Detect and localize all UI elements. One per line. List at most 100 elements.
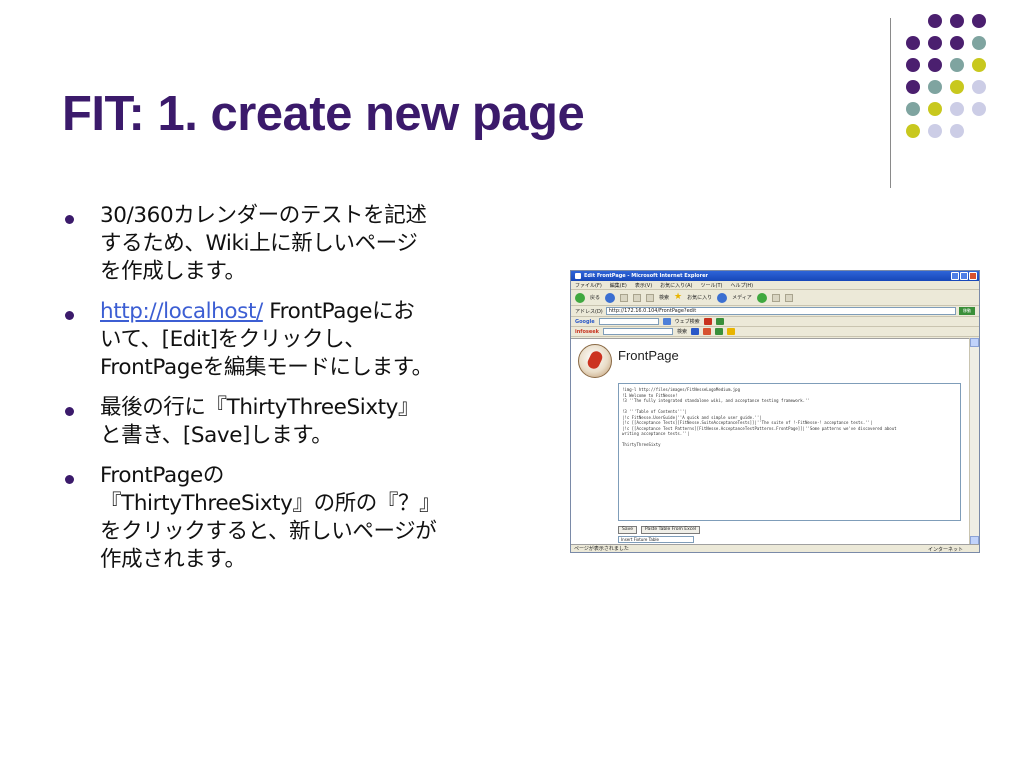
bullet-line-text: FrontPageにお <box>262 299 415 324</box>
go-button[interactable]: 移動 <box>959 307 975 315</box>
decorative-dot <box>972 14 986 28</box>
save-button[interactable]: Save <box>618 526 638 534</box>
history-icon[interactable] <box>756 292 767 303</box>
decorative-dot-grid <box>906 14 1006 174</box>
decorative-dot <box>972 58 986 72</box>
browser-menubar: ファイル(F) 編集(E) 表示(V) お気に入り(A) ツール(T) ヘルプ(… <box>571 281 979 290</box>
window-controls <box>951 272 977 280</box>
map-icon[interactable] <box>714 328 723 335</box>
print-icon[interactable] <box>784 293 793 302</box>
decorative-dot <box>928 80 942 94</box>
bullet-dot-icon <box>65 407 74 416</box>
bullet-line: FrontPageの <box>100 463 224 488</box>
bullet-line: http://localhost/ FrontPageにお <box>100 298 552 326</box>
bullet-line: するため、Wiki上に新しいページ <box>100 231 418 256</box>
menu-favorites[interactable]: お気に入り(A) <box>660 282 692 289</box>
menu-help[interactable]: ヘルプ(H) <box>730 282 753 289</box>
decorative-dot <box>950 124 964 138</box>
browser-window-title: Edit FrontPage - Microsoft Internet Expl… <box>584 273 708 279</box>
bullet-line: をクリックすると、新しいページが <box>100 519 437 544</box>
forward-icon[interactable] <box>605 292 616 303</box>
shopping-icon[interactable] <box>726 328 735 335</box>
decorative-dot <box>906 36 920 50</box>
decorative-dot <box>950 80 964 94</box>
bullet-line: 30/360カレンダーのテストを記述 <box>100 203 427 228</box>
decorative-dot <box>972 102 986 116</box>
decorative-dot <box>950 58 964 72</box>
decorative-dot <box>972 36 986 50</box>
bullet-line: 作成されます。 <box>100 547 246 572</box>
browser-screenshot: Edit FrontPage - Microsoft Internet Expl… <box>570 270 980 553</box>
infoseek-logo: infoseek <box>575 328 599 335</box>
vertical-scrollbar[interactable] <box>969 338 979 545</box>
news-icon[interactable] <box>702 328 711 335</box>
wiki-edit-textarea[interactable]: !img-l http://files/images/FitNesseLogoM… <box>618 383 961 521</box>
decorative-dot <box>906 124 920 138</box>
pagerank-icon <box>703 318 712 325</box>
browser-content: FrontPage !img-l http://files/images/Fit… <box>571 338 971 545</box>
back-icon[interactable] <box>575 292 585 303</box>
decorative-dot <box>928 58 942 72</box>
media-icon[interactable] <box>717 292 728 303</box>
menu-file[interactable]: ファイル(F) <box>575 282 602 289</box>
close-icon[interactable] <box>969 272 977 280</box>
bullet-dot-icon <box>65 215 74 224</box>
decorative-dot <box>950 14 964 28</box>
minimize-icon[interactable] <box>951 272 959 280</box>
status-text: ページが表示されました <box>574 546 629 552</box>
infoseek-search-input[interactable] <box>602 328 673 335</box>
bullet-line: 『ThirtyThreeSixty』の所の『？』 <box>100 491 441 516</box>
back-label[interactable]: 戻る <box>590 294 600 301</box>
status-zone: インターネット <box>927 547 963 553</box>
bullet-line: を作成します。 <box>100 259 246 284</box>
ie-icon <box>575 273 581 279</box>
decorative-dot <box>928 14 942 28</box>
google-search-button[interactable]: ウェブ検索 <box>675 318 700 325</box>
decorative-dot <box>906 80 920 94</box>
bullet-item: 30/360カレンダーのテストを記述 するため、Wiki上に新しいページ を作成… <box>62 202 552 286</box>
mail-icon[interactable] <box>771 293 780 302</box>
decorative-dot <box>928 102 942 116</box>
scroll-up-icon[interactable] <box>970 338 979 347</box>
google-search-input[interactable] <box>598 318 659 325</box>
bullet-line: FrontPageを編集モードにします。 <box>100 355 433 380</box>
edit-buttons: Save Paste Table From Excel <box>618 526 701 534</box>
fitnesse-logo-icon <box>578 344 612 378</box>
browser-statusbar: ページが表示されました インターネット <box>571 544 979 552</box>
favorites-label[interactable]: お気に入り <box>687 294 712 301</box>
refresh-icon[interactable] <box>633 293 642 302</box>
browser-titlebar: Edit FrontPage - Microsoft Internet Expl… <box>571 271 979 281</box>
maximize-icon[interactable] <box>960 272 968 280</box>
browser-toolbar: 戻る 検索 ★ お気に入り メディア <box>571 290 979 306</box>
bullet-line: 最後の行に『ThirtyThreeSixty』 <box>100 395 420 420</box>
bullet-dot-icon <box>65 475 74 484</box>
slide-title: FIT: 1. create new page <box>62 87 585 141</box>
paste-table-button[interactable]: Paste Table From Excel <box>641 526 701 534</box>
menu-tools[interactable]: ツール(T) <box>701 282 723 289</box>
media-label[interactable]: メディア <box>732 294 752 301</box>
search-label[interactable]: 検索 <box>659 294 669 301</box>
bullet-dot-icon <box>65 311 74 320</box>
stop-icon[interactable] <box>620 293 629 302</box>
bullet-line: いて、[Edit]をクリックし、 <box>100 327 366 352</box>
infoseek-toolbar: infoseek 検索 <box>571 327 979 337</box>
infoseek-search-button[interactable]: 検索 <box>677 328 687 335</box>
localhost-link[interactable]: http://localhost/ <box>100 299 263 324</box>
home-icon[interactable] <box>646 293 655 302</box>
address-label: アドレス(D) <box>575 308 603 315</box>
decorative-dot <box>906 58 920 72</box>
address-input[interactable]: http://172.16.0.104/FrontPage?edit <box>605 307 956 315</box>
address-bar: アドレス(D) http://172.16.0.104/FrontPage?ed… <box>571 306 979 317</box>
decorative-dot <box>928 124 942 138</box>
menu-view[interactable]: 表示(V) <box>635 282 652 289</box>
favorites-star-icon[interactable]: ★ <box>674 293 682 302</box>
fixture-table-select[interactable]: Insert Fixture Table <box>618 536 694 543</box>
decorative-dot <box>906 102 920 116</box>
decorative-divider <box>890 18 891 188</box>
dictionary-icon[interactable] <box>690 328 699 335</box>
menu-edit[interactable]: 編集(E) <box>610 282 627 289</box>
bullet-list: 30/360カレンダーのテストを記述 するため、Wiki上に新しいページ を作成… <box>62 202 552 586</box>
decorative-dot <box>950 102 964 116</box>
popup-block-icon[interactable] <box>715 318 724 325</box>
google-search-icon[interactable] <box>662 318 671 325</box>
